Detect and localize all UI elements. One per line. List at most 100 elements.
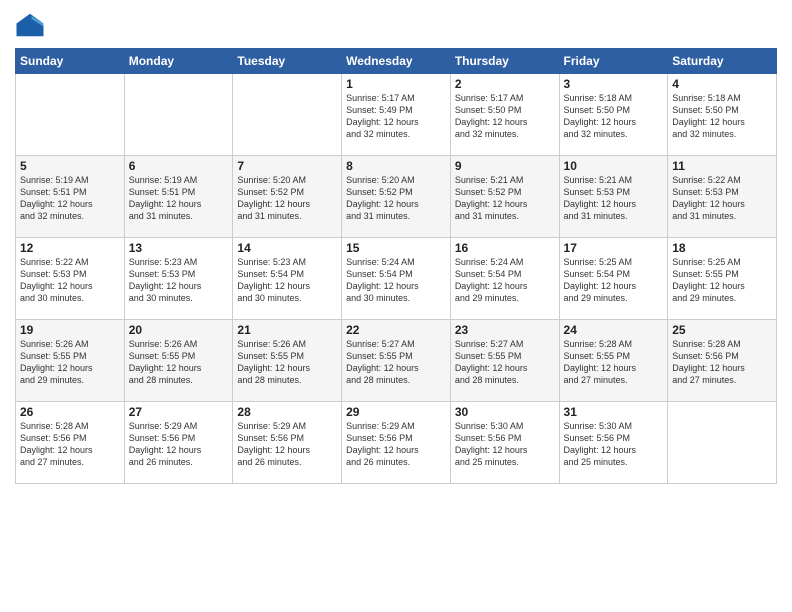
calendar-cell: 11Sunrise: 5:22 AMSunset: 5:53 PMDayligh… bbox=[668, 156, 777, 238]
calendar-cell: 16Sunrise: 5:24 AMSunset: 5:54 PMDayligh… bbox=[450, 238, 559, 320]
logo bbox=[15, 10, 49, 40]
day-number: 13 bbox=[129, 241, 229, 255]
day-info: Sunrise: 5:22 AMSunset: 5:53 PMDaylight:… bbox=[20, 256, 120, 305]
calendar-cell: 22Sunrise: 5:27 AMSunset: 5:55 PMDayligh… bbox=[342, 320, 451, 402]
calendar-cell: 15Sunrise: 5:24 AMSunset: 5:54 PMDayligh… bbox=[342, 238, 451, 320]
day-info: Sunrise: 5:27 AMSunset: 5:55 PMDaylight:… bbox=[346, 338, 446, 387]
day-info: Sunrise: 5:26 AMSunset: 5:55 PMDaylight:… bbox=[129, 338, 229, 387]
day-info: Sunrise: 5:27 AMSunset: 5:55 PMDaylight:… bbox=[455, 338, 555, 387]
day-number: 14 bbox=[237, 241, 337, 255]
logo-icon bbox=[15, 10, 45, 40]
calendar-cell: 8Sunrise: 5:20 AMSunset: 5:52 PMDaylight… bbox=[342, 156, 451, 238]
calendar-week-1: 1Sunrise: 5:17 AMSunset: 5:49 PMDaylight… bbox=[16, 74, 777, 156]
calendar-cell: 25Sunrise: 5:28 AMSunset: 5:56 PMDayligh… bbox=[668, 320, 777, 402]
calendar-cell bbox=[233, 74, 342, 156]
day-info: Sunrise: 5:20 AMSunset: 5:52 PMDaylight:… bbox=[237, 174, 337, 223]
day-info: Sunrise: 5:28 AMSunset: 5:56 PMDaylight:… bbox=[672, 338, 772, 387]
day-number: 12 bbox=[20, 241, 120, 255]
day-number: 9 bbox=[455, 159, 555, 173]
day-info: Sunrise: 5:18 AMSunset: 5:50 PMDaylight:… bbox=[564, 92, 664, 141]
day-number: 24 bbox=[564, 323, 664, 337]
day-info: Sunrise: 5:18 AMSunset: 5:50 PMDaylight:… bbox=[672, 92, 772, 141]
calendar-cell: 17Sunrise: 5:25 AMSunset: 5:54 PMDayligh… bbox=[559, 238, 668, 320]
day-header-tuesday: Tuesday bbox=[233, 49, 342, 74]
calendar-cell: 14Sunrise: 5:23 AMSunset: 5:54 PMDayligh… bbox=[233, 238, 342, 320]
day-info: Sunrise: 5:26 AMSunset: 5:55 PMDaylight:… bbox=[237, 338, 337, 387]
calendar-cell: 7Sunrise: 5:20 AMSunset: 5:52 PMDaylight… bbox=[233, 156, 342, 238]
day-header-sunday: Sunday bbox=[16, 49, 125, 74]
calendar-week-2: 5Sunrise: 5:19 AMSunset: 5:51 PMDaylight… bbox=[16, 156, 777, 238]
day-number: 6 bbox=[129, 159, 229, 173]
calendar-cell: 9Sunrise: 5:21 AMSunset: 5:52 PMDaylight… bbox=[450, 156, 559, 238]
calendar-cell: 23Sunrise: 5:27 AMSunset: 5:55 PMDayligh… bbox=[450, 320, 559, 402]
calendar-week-5: 26Sunrise: 5:28 AMSunset: 5:56 PMDayligh… bbox=[16, 402, 777, 484]
calendar-cell: 2Sunrise: 5:17 AMSunset: 5:50 PMDaylight… bbox=[450, 74, 559, 156]
day-info: Sunrise: 5:24 AMSunset: 5:54 PMDaylight:… bbox=[346, 256, 446, 305]
day-info: Sunrise: 5:21 AMSunset: 5:52 PMDaylight:… bbox=[455, 174, 555, 223]
day-header-friday: Friday bbox=[559, 49, 668, 74]
day-number: 1 bbox=[346, 77, 446, 91]
day-info: Sunrise: 5:29 AMSunset: 5:56 PMDaylight:… bbox=[237, 420, 337, 469]
day-number: 23 bbox=[455, 323, 555, 337]
day-number: 17 bbox=[564, 241, 664, 255]
calendar-cell: 13Sunrise: 5:23 AMSunset: 5:53 PMDayligh… bbox=[124, 238, 233, 320]
day-info: Sunrise: 5:28 AMSunset: 5:56 PMDaylight:… bbox=[20, 420, 120, 469]
day-info: Sunrise: 5:23 AMSunset: 5:53 PMDaylight:… bbox=[129, 256, 229, 305]
calendar-cell: 6Sunrise: 5:19 AMSunset: 5:51 PMDaylight… bbox=[124, 156, 233, 238]
day-number: 20 bbox=[129, 323, 229, 337]
calendar-cell: 12Sunrise: 5:22 AMSunset: 5:53 PMDayligh… bbox=[16, 238, 125, 320]
calendar-cell: 27Sunrise: 5:29 AMSunset: 5:56 PMDayligh… bbox=[124, 402, 233, 484]
day-info: Sunrise: 5:21 AMSunset: 5:53 PMDaylight:… bbox=[564, 174, 664, 223]
day-info: Sunrise: 5:19 AMSunset: 5:51 PMDaylight:… bbox=[20, 174, 120, 223]
calendar-week-3: 12Sunrise: 5:22 AMSunset: 5:53 PMDayligh… bbox=[16, 238, 777, 320]
day-number: 21 bbox=[237, 323, 337, 337]
day-info: Sunrise: 5:17 AMSunset: 5:49 PMDaylight:… bbox=[346, 92, 446, 141]
calendar-header-row: SundayMondayTuesdayWednesdayThursdayFrid… bbox=[16, 49, 777, 74]
day-header-saturday: Saturday bbox=[668, 49, 777, 74]
day-number: 28 bbox=[237, 405, 337, 419]
day-info: Sunrise: 5:20 AMSunset: 5:52 PMDaylight:… bbox=[346, 174, 446, 223]
day-number: 7 bbox=[237, 159, 337, 173]
calendar-cell: 24Sunrise: 5:28 AMSunset: 5:55 PMDayligh… bbox=[559, 320, 668, 402]
header bbox=[15, 10, 777, 40]
day-number: 16 bbox=[455, 241, 555, 255]
day-number: 5 bbox=[20, 159, 120, 173]
day-header-monday: Monday bbox=[124, 49, 233, 74]
calendar-cell: 5Sunrise: 5:19 AMSunset: 5:51 PMDaylight… bbox=[16, 156, 125, 238]
day-number: 22 bbox=[346, 323, 446, 337]
day-header-thursday: Thursday bbox=[450, 49, 559, 74]
day-info: Sunrise: 5:30 AMSunset: 5:56 PMDaylight:… bbox=[455, 420, 555, 469]
day-number: 10 bbox=[564, 159, 664, 173]
day-number: 15 bbox=[346, 241, 446, 255]
day-number: 31 bbox=[564, 405, 664, 419]
calendar-cell: 28Sunrise: 5:29 AMSunset: 5:56 PMDayligh… bbox=[233, 402, 342, 484]
day-info: Sunrise: 5:25 AMSunset: 5:54 PMDaylight:… bbox=[564, 256, 664, 305]
day-number: 30 bbox=[455, 405, 555, 419]
calendar-cell: 4Sunrise: 5:18 AMSunset: 5:50 PMDaylight… bbox=[668, 74, 777, 156]
day-header-wednesday: Wednesday bbox=[342, 49, 451, 74]
day-number: 26 bbox=[20, 405, 120, 419]
calendar-cell: 19Sunrise: 5:26 AMSunset: 5:55 PMDayligh… bbox=[16, 320, 125, 402]
day-info: Sunrise: 5:17 AMSunset: 5:50 PMDaylight:… bbox=[455, 92, 555, 141]
calendar-cell bbox=[124, 74, 233, 156]
day-number: 29 bbox=[346, 405, 446, 419]
calendar-table: SundayMondayTuesdayWednesdayThursdayFrid… bbox=[15, 48, 777, 484]
calendar-cell bbox=[668, 402, 777, 484]
day-info: Sunrise: 5:30 AMSunset: 5:56 PMDaylight:… bbox=[564, 420, 664, 469]
day-number: 27 bbox=[129, 405, 229, 419]
calendar-week-4: 19 Sunrise: 5:26 AMSunset: 5:55 PMDayligh… bbox=[16, 320, 777, 402]
day-number: 8 bbox=[346, 159, 446, 173]
day-number: 18 bbox=[672, 241, 772, 255]
calendar-cell: 31Sunrise: 5:30 AMSunset: 5:56 PMDayligh… bbox=[559, 402, 668, 484]
calendar-cell: 29Sunrise: 5:29 AMSunset: 5:56 PMDayligh… bbox=[342, 402, 451, 484]
calendar-cell: 21Sunrise: 5:26 AMSunset: 5:55 PMDayligh… bbox=[233, 320, 342, 402]
calendar-cell: 10Sunrise: 5:21 AMSunset: 5:53 PMDayligh… bbox=[559, 156, 668, 238]
day-info: Sunrise: 5:24 AMSunset: 5:54 PMDaylight:… bbox=[455, 256, 555, 305]
day-number: 2 bbox=[455, 77, 555, 91]
day-number: 19 bbox=[20, 323, 120, 337]
calendar-cell: 1Sunrise: 5:17 AMSunset: 5:49 PMDaylight… bbox=[342, 74, 451, 156]
day-number: 3 bbox=[564, 77, 664, 91]
calendar-cell: 26Sunrise: 5:28 AMSunset: 5:56 PMDayligh… bbox=[16, 402, 125, 484]
day-info: Sunrise: 5:23 AMSunset: 5:54 PMDaylight:… bbox=[237, 256, 337, 305]
page-container: SundayMondayTuesdayWednesdayThursdayFrid… bbox=[0, 0, 792, 612]
